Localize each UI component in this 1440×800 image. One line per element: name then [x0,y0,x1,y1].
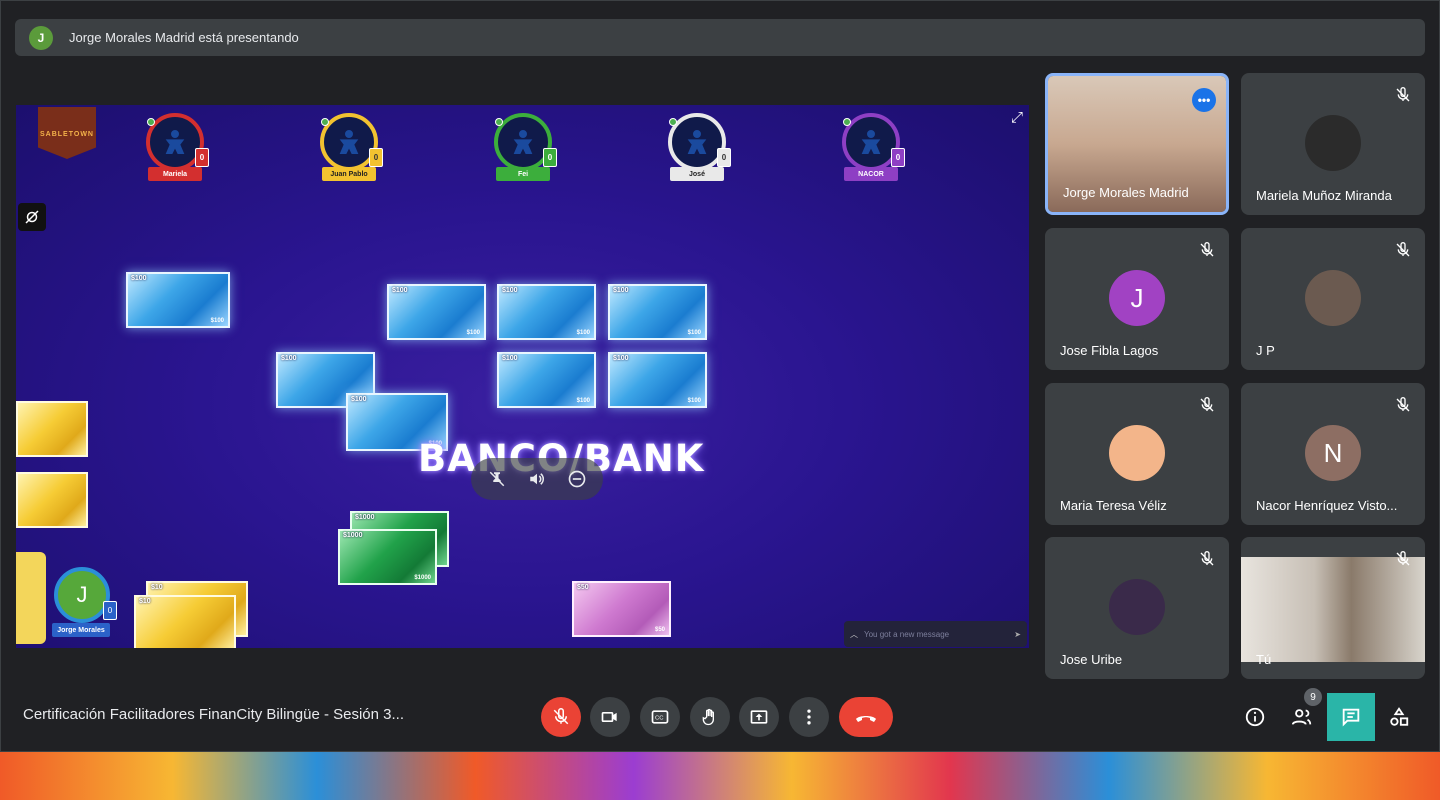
card-count: 0 [717,148,731,167]
message-placeholder: You got a new message [864,629,950,639]
participant-tile[interactable]: J Jose Fibla Lagos [1045,228,1229,370]
player-juan-pablo[interactable]: 0 Juan Pablo [320,113,390,185]
message-bar[interactable]: ︿ You got a new message ➤ [844,621,1027,647]
participant-name: Jorge Morales Madrid [1063,185,1189,200]
player-nacor[interactable]: 0 NACOR [842,113,912,185]
end-call-icon[interactable] [839,697,893,737]
mic-off-icon [1395,551,1411,567]
video-feed [1241,557,1425,662]
participant-name: J P [1256,343,1275,358]
my-player-name: Jorge Morales [52,623,110,637]
people-icon[interactable] [1282,697,1322,737]
shared-screen[interactable]: SABLETOWN ⤢ 0 Mariela 0 Juan Pablo 0 Fei… [16,105,1029,648]
bill-100[interactable]: $100$100 [608,284,707,340]
raise-hand-icon[interactable] [690,697,730,737]
info-icon[interactable] [1235,697,1275,737]
bill-10[interactable]: $10 [134,595,236,648]
player-mariela[interactable]: 0 Mariela [146,113,216,185]
participant-name: Mariela Muñoz Miranda [1256,188,1392,203]
bill-100[interactable]: $100$100 [497,352,596,408]
more-options-icon[interactable] [789,697,829,737]
online-dot [495,118,503,126]
fullscreen-icon[interactable]: ⤢ [1011,109,1023,126]
more-options-icon[interactable]: ••• [1192,88,1216,112]
participant-photo [1109,579,1165,635]
online-dot [843,118,851,126]
desktop-wallpaper [0,752,1440,800]
participant-photo [1305,270,1361,326]
mic-off-icon [1199,397,1215,413]
meet-window: J Jorge Morales Madrid está presentando … [0,0,1440,752]
camera-icon[interactable] [590,697,630,737]
card-count: 0 [195,148,209,167]
participant-name: Maria Teresa Véliz [1060,498,1167,513]
present-icon[interactable] [739,697,779,737]
presenting-banner: J Jorge Morales Madrid está presentando [15,19,1425,56]
game-logo: SABLETOWN [38,107,96,159]
participant-tile-self[interactable]: Tú [1241,537,1425,679]
send-icon[interactable]: ➤ [1014,630,1021,639]
card-count: 0 [369,148,383,167]
player-jose[interactable]: 0 José [668,113,738,185]
participant-name: Jose Uribe [1060,652,1123,667]
bill-100[interactable]: $100$100 [608,352,707,408]
participant-tile[interactable]: Jose Uribe [1045,537,1229,679]
participant-tile[interactable]: N Nacor Henríquez Visto... [1241,383,1425,525]
participant-name: Tú [1256,652,1272,667]
my-player-avatar[interactable]: J [54,567,110,623]
participant-avatar-letter: J [1109,270,1165,326]
bill-100[interactable]: $100$100 [126,272,230,328]
bill-50[interactable]: $50 $50 [572,581,671,637]
presenter-avatar: J [29,25,53,50]
bill-100[interactable]: $100$100 [387,284,486,340]
participant-photo [1109,425,1165,481]
bill-100[interactable]: $100$100 [497,284,596,340]
player-side-panel[interactable] [16,552,46,644]
online-dot [147,118,155,126]
player-name-tag: Juan Pablo [322,167,376,181]
mic-off-icon[interactable] [541,697,581,737]
tile-overlay-controls [471,458,603,500]
mic-off-icon [1199,242,1215,258]
online-dot [321,118,329,126]
mic-off-icon [1199,551,1215,567]
captions-icon[interactable]: CC [640,697,680,737]
participant-tile[interactable]: Maria Teresa Véliz [1045,383,1229,525]
svg-text:CC: CC [655,716,663,722]
player-name-tag: José [670,167,724,181]
bill-1000[interactable]: $1000 $1000 [338,529,437,585]
participant-avatar-letter: N [1305,425,1361,481]
participant-tile[interactable]: ••• Jorge Morales Madrid [1045,73,1229,215]
player-name-tag: Mariela [148,167,202,181]
participant-photo [1305,115,1361,171]
chevron-up-icon[interactable]: ︿ [850,629,858,640]
remove-icon[interactable] [561,463,593,495]
mic-off-icon [1395,242,1411,258]
control-bar: Certificación Facilitadores FinanCity Bi… [1,681,1440,753]
bill-10[interactable] [16,472,88,528]
participant-name: Nacor Henríquez Visto... [1256,498,1398,513]
mic-off-icon [1395,397,1411,413]
player-name-tag: NACOR [844,167,898,181]
presenting-text: Jorge Morales Madrid está presentando [69,30,299,45]
volume-icon[interactable] [521,463,553,495]
participant-tile[interactable]: Mariela Muñoz Miranda [1241,73,1425,215]
my-card-count: 0 [103,601,117,620]
player-fei[interactable]: 0 Fei [494,113,564,185]
chat-icon[interactable] [1327,693,1375,741]
pin-off-icon[interactable] [481,463,513,495]
participant-name: Jose Fibla Lagos [1060,343,1159,358]
online-dot [669,118,677,126]
participant-tile[interactable]: J P [1241,228,1425,370]
meeting-title[interactable]: Certificación Facilitadores FinanCity Bi… [23,706,404,723]
hide-eye-icon[interactable] [18,203,46,231]
card-count: 0 [543,148,557,167]
activities-icon[interactable] [1379,697,1419,737]
player-name-tag: Fei [496,167,550,181]
bill-10[interactable] [16,401,88,457]
card-count: 0 [891,148,905,167]
mic-off-icon [1395,87,1411,103]
